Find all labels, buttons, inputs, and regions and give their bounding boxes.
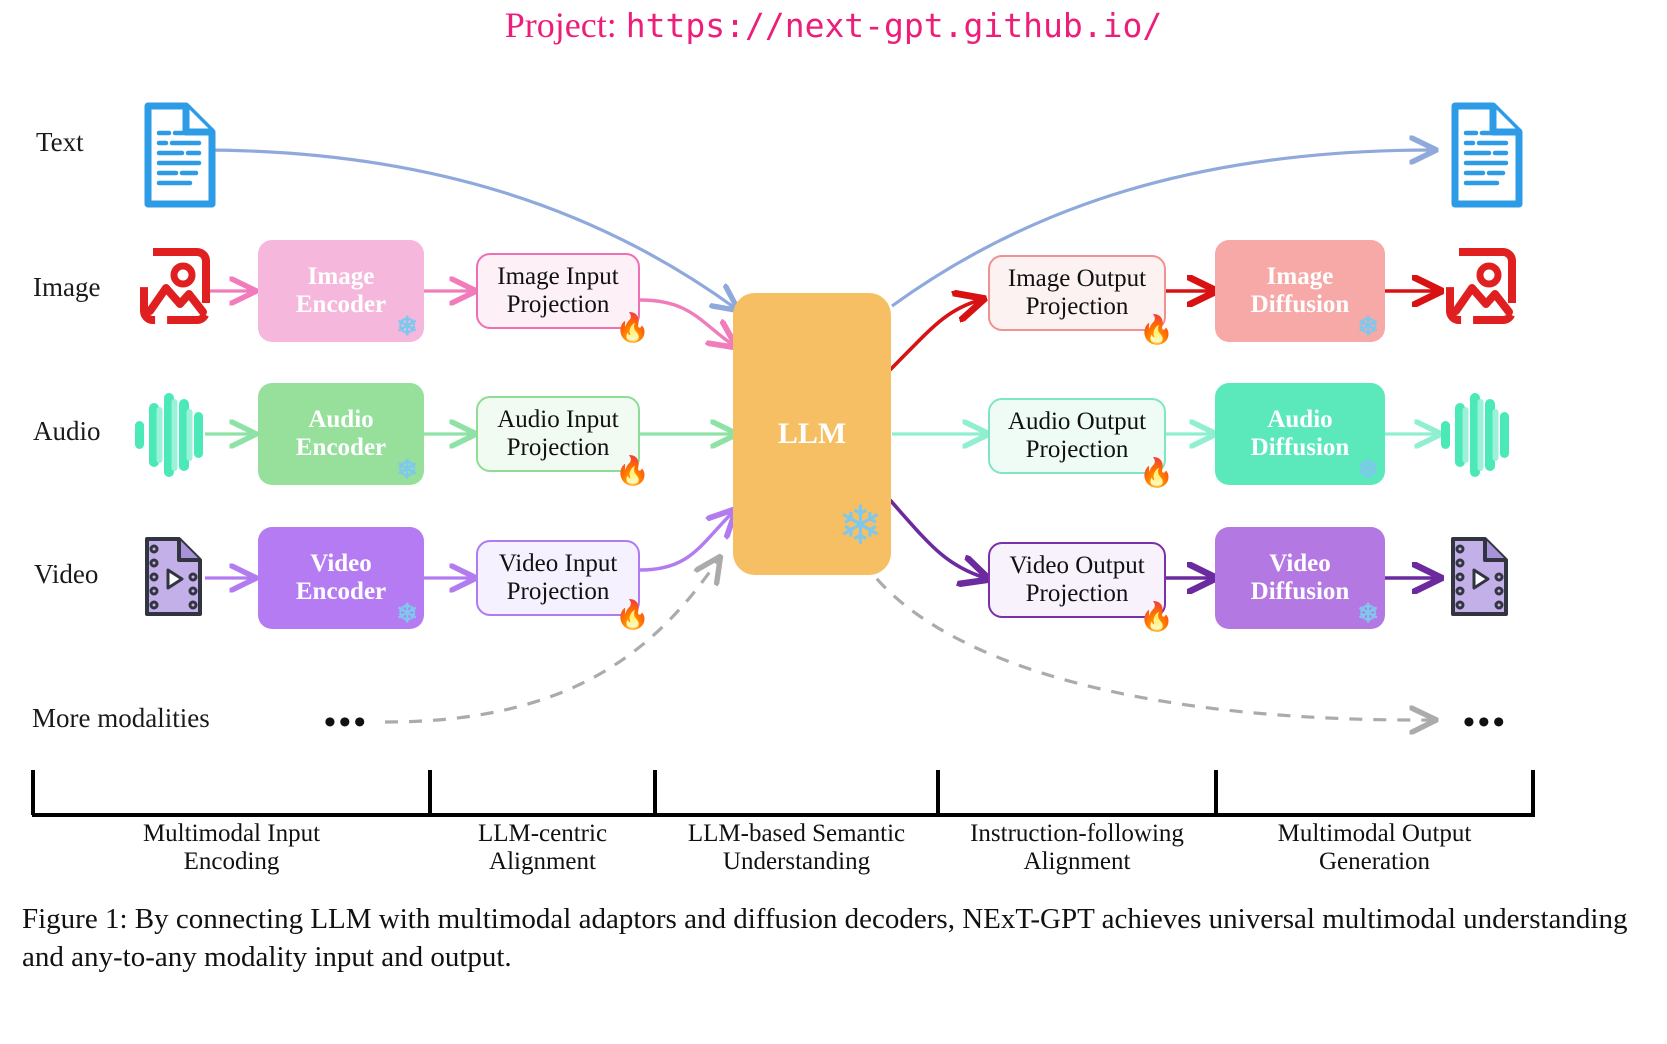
image-output-projection-line2: Projection xyxy=(1025,293,1129,320)
image-encoder-line1: Image xyxy=(307,263,375,290)
video-film-icon-input xyxy=(145,537,202,616)
audio-input-projection-line2: Projection xyxy=(506,434,610,461)
snowflake-icon: ❄ xyxy=(1357,599,1379,628)
more-modalities-dots-right: ••• xyxy=(1463,704,1508,741)
stage-line1: Multimodal Output xyxy=(1277,820,1472,847)
snowflake-icon: ❄ xyxy=(396,599,418,628)
audio-input-projection-box[interactable]: Audio Input Projection 🔥 xyxy=(476,396,650,486)
image-encoder-line2: Encoder xyxy=(295,291,387,318)
audio-diffusion-line2: Diffusion xyxy=(1250,434,1350,461)
video-diffusion-box[interactable]: Video Diffusion ❄ xyxy=(1215,527,1385,629)
stage-label-llm-centric-alignment: LLM-centric Alignment xyxy=(430,820,655,876)
audio-output-projection-line2: Projection xyxy=(1025,436,1129,463)
stage-label-llm-based-semantic-understanding: LLM-based Semantic Understanding xyxy=(655,820,938,876)
modality-label-audio: Audio xyxy=(33,416,101,446)
stage-line1: Multimodal Input xyxy=(142,820,321,847)
image-output-projection-line1: Image Output xyxy=(1007,265,1147,292)
modality-label-more: More modalities xyxy=(32,703,210,733)
video-encoder-line1: Video xyxy=(310,550,372,577)
figure-caption: Figure 1: By connecting LLM with multimo… xyxy=(22,903,1628,974)
fire-icon: 🔥 xyxy=(1139,458,1174,489)
image-output-projection-box[interactable]: Image Output Projection 🔥 xyxy=(988,255,1174,345)
snowflake-icon: ❄ xyxy=(837,496,883,556)
video-input-projection-line2: Projection xyxy=(506,578,610,605)
video-output-projection-line1: Video Output xyxy=(1009,552,1145,579)
image-input-projection-line1: Image Input xyxy=(497,263,619,290)
snowflake-icon: ❄ xyxy=(396,312,418,341)
stage-label-multimodal-input-encoding: Multimodal Input Encoding xyxy=(33,820,430,876)
image-input-projection-line2: Projection xyxy=(506,291,610,318)
stage-axis xyxy=(31,770,1535,817)
fire-icon: 🔥 xyxy=(1139,602,1174,633)
video-encoder-box[interactable]: Video Encoder ❄ xyxy=(258,527,424,629)
snowflake-icon: ❄ xyxy=(396,455,418,484)
stage-line2: Encoding xyxy=(183,848,280,875)
stage-line1: LLM-centric xyxy=(477,820,608,847)
image-diffusion-line1: Image xyxy=(1266,263,1334,290)
stage-label-instruction-following-alignment: Instruction-following Alignment xyxy=(938,820,1216,876)
stage-line1: LLM-based Semantic xyxy=(687,820,906,847)
video-output-projection-box[interactable]: Video Output Projection 🔥 xyxy=(988,542,1174,632)
figure-canvas: Project: https://next-gpt.github.io/ Tex… xyxy=(0,0,1667,1044)
image-encoder-box[interactable]: Image Encoder ❄ xyxy=(258,240,424,342)
video-diffusion-line2: Diffusion xyxy=(1250,578,1350,605)
image-picture-icon-input xyxy=(140,248,210,324)
image-picture-icon-output xyxy=(1446,248,1516,324)
stage-line1: Instruction-following xyxy=(970,820,1184,847)
video-output-projection-line2: Projection xyxy=(1025,580,1129,607)
stage-line2: Alignment xyxy=(489,848,596,875)
audio-waveform-icon-output xyxy=(1441,393,1509,477)
audio-input-projection-line1: Audio Input xyxy=(497,406,619,433)
snowflake-icon: ❄ xyxy=(1357,312,1379,341)
modality-label-text: Text xyxy=(36,127,84,157)
llm-core-box[interactable]: LLM ❄ xyxy=(733,293,891,575)
fire-icon: 🔥 xyxy=(1139,315,1174,346)
text-document-icon-output xyxy=(1451,102,1523,208)
stage-label-multimodal-output-generation: Multimodal Output Generation xyxy=(1216,820,1533,876)
audio-encoder-box[interactable]: Audio Encoder ❄ xyxy=(258,383,424,485)
audio-encoder-line2: Encoder xyxy=(295,434,387,461)
audio-output-projection-line1: Audio Output xyxy=(1007,408,1147,435)
fire-icon: 🔥 xyxy=(615,600,650,631)
audio-encoder-line1: Audio xyxy=(308,406,374,433)
stage-line2: Understanding xyxy=(722,848,871,875)
video-film-icon-output xyxy=(1451,537,1508,616)
snowflake-icon: ❄ xyxy=(1357,455,1379,484)
audio-diffusion-box[interactable]: Audio Diffusion ❄ xyxy=(1215,383,1385,485)
video-input-projection-line1: Video Input xyxy=(498,550,618,577)
video-encoder-line2: Encoder xyxy=(295,578,387,605)
audio-waveform-icon-input xyxy=(135,393,203,477)
video-diffusion-line1: Video xyxy=(1269,550,1331,577)
llm-label: LLM xyxy=(777,417,847,451)
fire-icon: 🔥 xyxy=(615,313,650,344)
image-diffusion-line2: Diffusion xyxy=(1250,291,1350,318)
video-input-projection-box[interactable]: Video Input Projection 🔥 xyxy=(476,540,650,630)
audio-diffusion-line1: Audio xyxy=(1267,406,1333,433)
fire-icon: 🔥 xyxy=(615,456,650,487)
audio-output-projection-box[interactable]: Audio Output Projection 🔥 xyxy=(988,398,1174,488)
modality-label-image: Image xyxy=(33,272,101,302)
modality-label-video: Video xyxy=(34,559,99,589)
image-input-projection-box[interactable]: Image Input Projection 🔥 xyxy=(476,253,650,343)
stage-line2: Alignment xyxy=(1023,848,1131,875)
stage-line2: Generation xyxy=(1318,848,1431,875)
text-document-icon-input xyxy=(144,102,216,208)
image-diffusion-box[interactable]: Image Diffusion ❄ xyxy=(1215,240,1385,342)
more-modalities-dots-left: ••• xyxy=(324,704,369,741)
